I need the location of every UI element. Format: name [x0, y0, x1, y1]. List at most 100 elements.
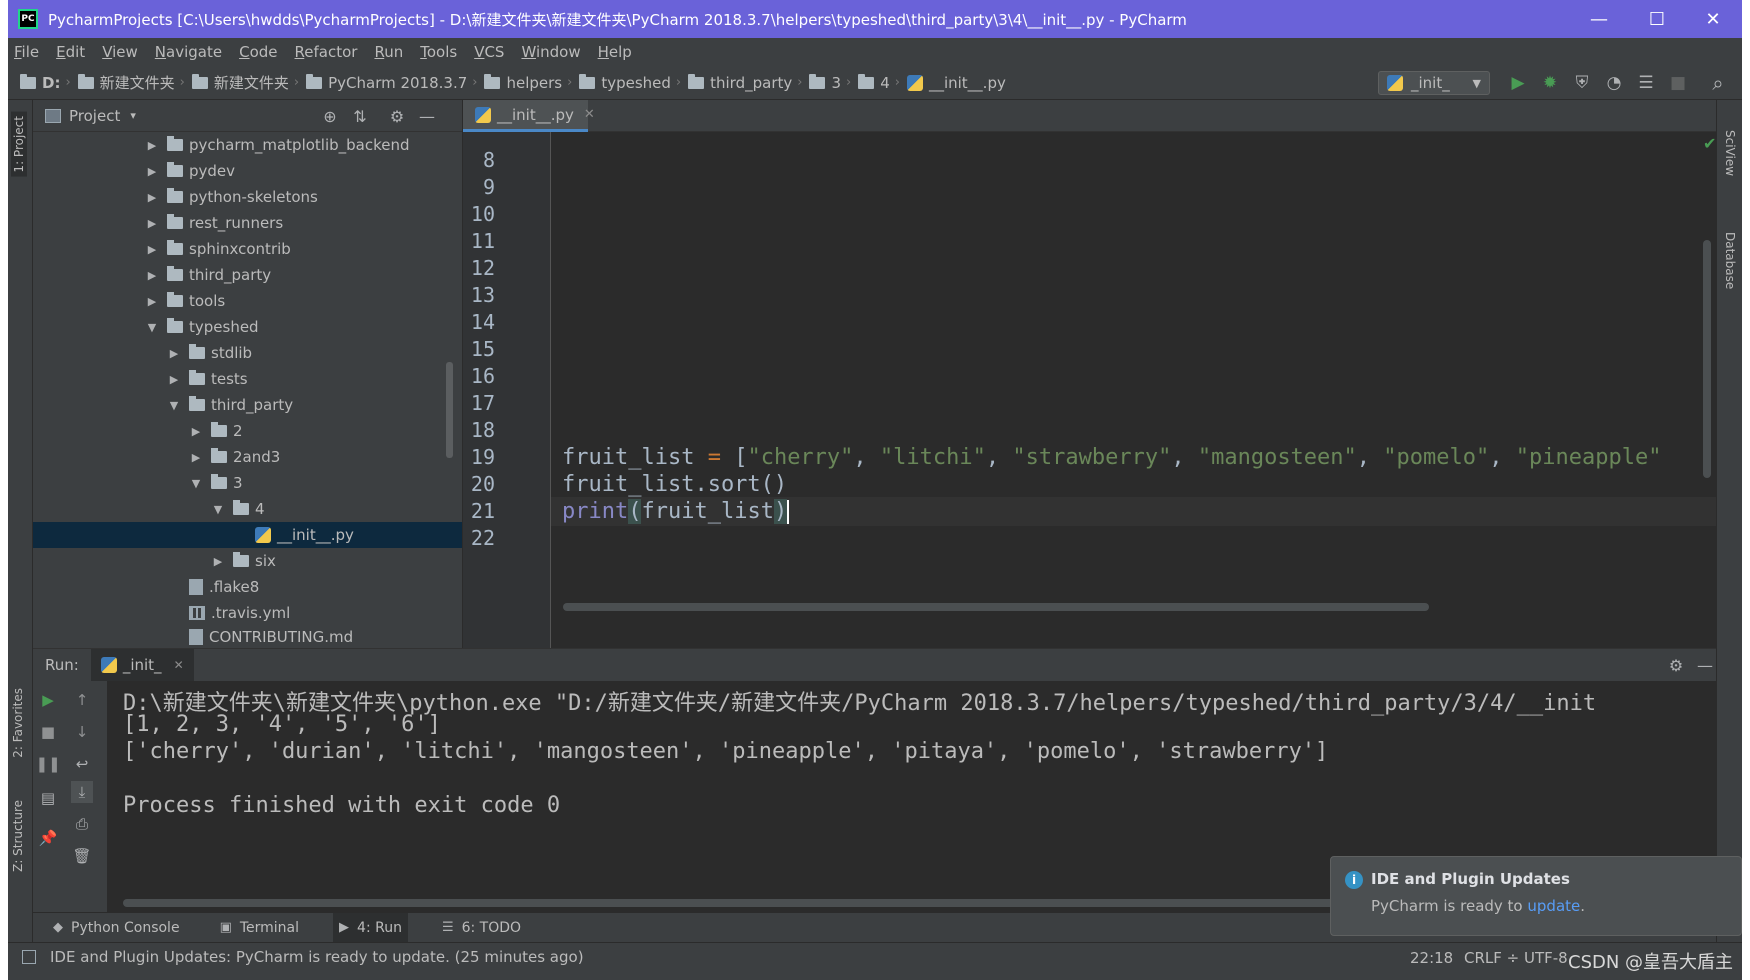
- breadcrumb-file[interactable]: __init__.py: [906, 74, 1006, 92]
- editor-vertical-scrollbar[interactable]: [1703, 240, 1711, 478]
- tree-item-typeshed[interactable]: ▼ typeshed: [33, 314, 462, 340]
- minimize-button[interactable]: —: [1570, 0, 1628, 38]
- search-icon[interactable]: ⌕: [1708, 71, 1728, 95]
- down-arrow-icon[interactable]: ↓: [71, 721, 93, 743]
- line-separator[interactable]: CRLF ÷: [1464, 949, 1519, 967]
- run-tab-init[interactable]: _init_ ✕: [90, 649, 194, 681]
- tool-windows-toggle-icon[interactable]: [22, 949, 36, 964]
- tab-python-console[interactable]: ◆ Python Console: [47, 913, 186, 943]
- update-link[interactable]: update: [1527, 897, 1580, 915]
- menu-code[interactable]: Code: [239, 43, 277, 61]
- scroll-to-end-icon[interactable]: ⤓: [71, 781, 93, 803]
- up-arrow-icon[interactable]: ↑: [71, 689, 93, 711]
- gear-icon[interactable]: ⚙: [387, 107, 407, 126]
- editor-horizontal-scrollbar[interactable]: [563, 603, 1429, 611]
- tree-item-pycharm-matplotlib-backend[interactable]: ▶ pycharm_matplotlib_backend: [33, 132, 462, 158]
- breadcrumb-pycharm[interactable]: PyCharm 2018.3.7 ›: [306, 73, 484, 92]
- collapse-all-icon[interactable]: ⇅: [350, 107, 370, 126]
- breadcrumb-folder-1[interactable]: 新建文件夹 ›: [77, 72, 192, 93]
- tree-item-init-py[interactable]: __init__.py: [33, 522, 462, 548]
- tree-item-rest-runners[interactable]: ▶ rest_runners: [33, 210, 462, 236]
- run-toolbar: ▶ ↑ ■ ↓ ❚❚ ↩ ▤ ⤓ ⎙ 📌 🗑: [33, 681, 107, 913]
- breadcrumb-folder-2[interactable]: 新建文件夹 ›: [191, 72, 306, 93]
- coverage-icon[interactable]: ⛨: [1572, 73, 1592, 93]
- code-editor[interactable]: __init__.py ✕ 8 9 10 11 12 13 14 15 16 1…: [463, 100, 1716, 648]
- breadcrumb-drive[interactable]: D: ›: [20, 73, 78, 92]
- breadcrumb-typeshed[interactable]: typeshed ›: [579, 73, 688, 92]
- tab-run[interactable]: ▶ 4: Run: [333, 912, 408, 943]
- debug-icon[interactable]: ✹: [1540, 73, 1560, 93]
- tab-init-py[interactable]: __init__.py ✕: [463, 100, 595, 132]
- menu-edit[interactable]: Edit: [56, 43, 85, 61]
- print-icon[interactable]: ⎙: [71, 813, 93, 835]
- file-encoding[interactable]: UTF-8: [1524, 949, 1568, 967]
- restore-layout-icon[interactable]: ▤: [37, 787, 59, 809]
- hide-panel-icon[interactable]: —: [1695, 656, 1715, 675]
- console-horizontal-scrollbar[interactable]: [123, 899, 1423, 907]
- tree-item-third-party[interactable]: ▶ third_party: [33, 262, 462, 288]
- project-view-select[interactable]: Project: [69, 107, 120, 125]
- hide-panel-icon[interactable]: —: [417, 107, 437, 126]
- locate-file-icon[interactable]: ⊕: [320, 107, 340, 126]
- menu-refactor[interactable]: Refactor: [295, 43, 358, 61]
- project-panel: Project ▾ ⊕ ⇅ ⚙ — ▶ pycharm_matplotlib_ba…: [33, 100, 463, 648]
- breadcrumb-3[interactable]: 3 ›: [809, 73, 858, 92]
- structure-tool-tab[interactable]: Z: Structure: [11, 800, 25, 872]
- tree-item-4[interactable]: ▼ 4: [33, 496, 462, 522]
- line-number: 9: [482, 175, 495, 199]
- close-button[interactable]: ✕: [1684, 0, 1742, 38]
- right-tool-strip: SciView Database: [1716, 100, 1742, 942]
- status-message[interactable]: IDE and Plugin Updates: PyCharm is ready…: [50, 948, 584, 966]
- menu-file[interactable]: File: [14, 43, 39, 61]
- soft-wrap-icon[interactable]: ↩: [71, 753, 93, 775]
- breadcrumb-4[interactable]: 4 ›: [858, 73, 907, 92]
- profile-icon[interactable]: ◔: [1604, 73, 1624, 93]
- menu-help[interactable]: Help: [598, 43, 632, 61]
- close-tab-icon[interactable]: ✕: [174, 658, 184, 672]
- stop-icon[interactable]: ■: [37, 721, 59, 743]
- pause-icon[interactable]: ❚❚: [35, 753, 60, 775]
- menu-vcs[interactable]: VCS: [474, 43, 504, 61]
- menu-window[interactable]: Window: [521, 43, 580, 61]
- tree-item-tools[interactable]: ▶ tools: [33, 288, 462, 314]
- tab-terminal[interactable]: ▣ Terminal: [214, 913, 305, 943]
- tree-item-typeshed-third-party[interactable]: ▼ third_party: [33, 392, 462, 418]
- project-tool-tab[interactable]: 1: Project: [11, 112, 27, 177]
- menu-view[interactable]: View: [102, 43, 138, 61]
- caret-position[interactable]: 22:18: [1410, 949, 1453, 967]
- tree-item-sphinxcontrib[interactable]: ▶ sphinxcontrib: [33, 236, 462, 262]
- tree-item-flake8[interactable]: .flake8: [33, 574, 462, 600]
- trash-icon[interactable]: 🗑: [71, 845, 93, 867]
- menu-navigate[interactable]: Navigate: [155, 43, 222, 61]
- tree-item-python-skeletons[interactable]: ▶ python-skeletons: [33, 184, 462, 210]
- breadcrumb-helpers[interactable]: helpers ›: [484, 73, 579, 92]
- breadcrumb-third-party[interactable]: third_party ›: [688, 73, 809, 92]
- database-tool-tab[interactable]: Database: [1723, 232, 1737, 289]
- folder-icon: [233, 552, 249, 567]
- stop-icon[interactable]: ■: [1668, 73, 1688, 93]
- tab-todo[interactable]: ☰ 6: TODO: [436, 913, 527, 943]
- tree-item-2and3[interactable]: ▶ 2and3: [33, 444, 462, 470]
- menu-tools[interactable]: Tools: [420, 43, 457, 61]
- sciview-tool-tab[interactable]: SciView: [1723, 130, 1737, 176]
- tree-item-tests[interactable]: ▶ tests: [33, 366, 462, 392]
- tree-item-3[interactable]: ▼ 3: [33, 470, 462, 496]
- rerun-icon[interactable]: ▶: [37, 689, 59, 711]
- close-tab-icon[interactable]: ✕: [584, 107, 595, 122]
- tree-item-2[interactable]: ▶ 2: [33, 418, 462, 444]
- tree-item-travis-yml[interactable]: .travis.yml: [33, 600, 462, 626]
- concurrency-icon[interactable]: ☰: [1636, 73, 1656, 93]
- run-icon[interactable]: ▶: [1508, 73, 1528, 93]
- run-configuration-select[interactable]: _init_ ▼: [1378, 71, 1490, 95]
- tree-item-pydev[interactable]: ▶ pydev: [33, 158, 462, 184]
- tree-item-six[interactable]: ▶ six: [33, 548, 462, 574]
- maximize-button[interactable]: ☐: [1628, 0, 1686, 38]
- tree-item-contributing[interactable]: CONTRIBUTING.md: [33, 626, 462, 648]
- chevron-down-icon[interactable]: ▾: [130, 109, 136, 122]
- pin-icon[interactable]: 📌: [37, 827, 59, 849]
- favorites-tool-tab[interactable]: 2: Favorites: [11, 688, 25, 758]
- menu-run[interactable]: Run: [374, 43, 403, 61]
- gear-icon[interactable]: ⚙: [1666, 656, 1686, 675]
- tree-item-stdlib[interactable]: ▶ stdlib: [33, 340, 462, 366]
- project-vertical-scrollbar[interactable]: [446, 362, 453, 458]
